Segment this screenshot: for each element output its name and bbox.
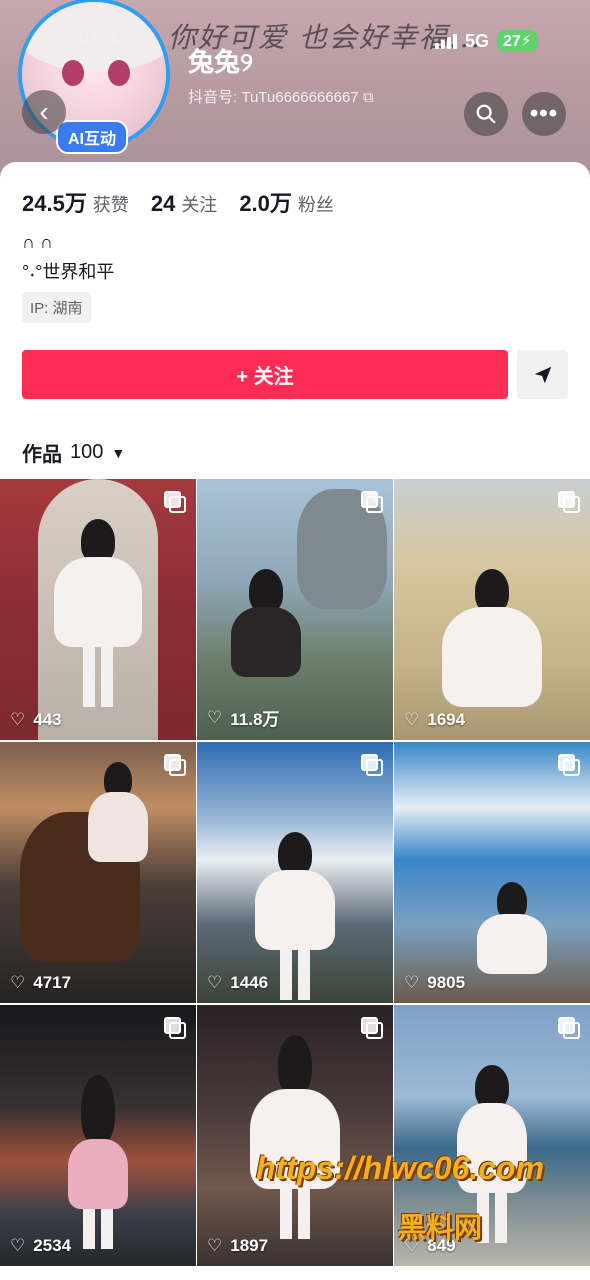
stat-value: 24.5万 bbox=[22, 191, 87, 216]
like-count: ♡ 2534 bbox=[10, 1236, 71, 1256]
like-count: ♡ 1446 bbox=[207, 973, 268, 993]
multi-image-icon bbox=[558, 491, 580, 513]
multi-image-icon bbox=[361, 1017, 383, 1039]
video-tile[interactable]: ♡ 443 bbox=[0, 479, 196, 740]
follow-button[interactable]: + 关注 bbox=[22, 350, 508, 399]
stat-value: 24 bbox=[150, 191, 176, 216]
search-icon bbox=[476, 104, 496, 124]
stat-following[interactable]: 24 关注 bbox=[151, 191, 217, 217]
profile-stats: 24.5万 获赞 24 关注 2.0万 粉丝 bbox=[22, 186, 334, 218]
more-button[interactable]: ••• bbox=[522, 92, 566, 136]
stat-label: 获赞 bbox=[92, 195, 129, 215]
multi-image-icon bbox=[164, 491, 186, 513]
heart-icon: ♡ bbox=[404, 710, 420, 729]
video-tile[interactable]: ♡ 1694 bbox=[394, 479, 590, 740]
back-button[interactable]: ‹ bbox=[22, 90, 66, 134]
video-grid: ♡ 443 ♡ 11.8万 ♡ 1694 ♡ 4717 ♡ 1446 ♡ 9805 ♡ 253… bbox=[0, 479, 590, 1266]
multi-image-icon bbox=[164, 1017, 186, 1039]
multi-image-icon bbox=[361, 754, 383, 776]
video-tile[interactable]: ♡ 2534 bbox=[0, 1005, 196, 1266]
avatar-right-eye bbox=[108, 60, 130, 86]
like-count: ♡ 1897 bbox=[207, 1236, 268, 1256]
works-count: 100 bbox=[70, 441, 104, 463]
bio-line-2: °˖°世界和平 bbox=[22, 262, 115, 282]
username: 兔兔୨ bbox=[188, 47, 253, 77]
video-tile[interactable]: ♡ 4717 bbox=[0, 742, 196, 1003]
like-value: 443 bbox=[33, 710, 62, 729]
battery-level: 27 bbox=[502, 33, 521, 50]
profile-card: 24.5万 获赞 24 关注 2.0万 粉丝 ∩ ∩ °˖°世界和平 IP: 湖南 +… bbox=[0, 162, 590, 482]
like-count: ♡ 9805 bbox=[404, 973, 465, 993]
send-message-button[interactable] bbox=[517, 350, 568, 399]
watermark-name: 黑料网 bbox=[398, 1212, 483, 1243]
avatar-left-eye bbox=[62, 60, 84, 86]
douyin-id-text: 抖音号: TuTu6666666667 bbox=[188, 89, 359, 106]
bio-line-1: ∩ ∩ bbox=[22, 232, 53, 252]
multi-image-icon bbox=[164, 754, 186, 776]
stat-label: 粉丝 bbox=[297, 195, 334, 215]
ai-interaction-badge[interactable]: AI互动 bbox=[56, 120, 129, 154]
charging-icon: ⚡ bbox=[520, 33, 532, 50]
heart-icon: ♡ bbox=[404, 973, 420, 992]
works-tab[interactable]: 作品 100 ▼ bbox=[22, 438, 125, 467]
like-count: ♡ 443 bbox=[10, 710, 62, 730]
copy-icon[interactable]: ⧉ bbox=[363, 89, 374, 106]
status-indicators: 5G 27⚡ bbox=[434, 30, 538, 52]
heart-icon: ♡ bbox=[10, 973, 26, 992]
like-value: 4717 bbox=[33, 973, 72, 992]
heart-icon: ♡ bbox=[10, 1236, 26, 1255]
stat-likes[interactable]: 24.5万 获赞 bbox=[22, 186, 129, 218]
search-button[interactable] bbox=[464, 92, 508, 136]
like-value: 2534 bbox=[33, 1236, 72, 1255]
like-count: ♡ 1694 bbox=[404, 710, 465, 730]
network-type: 5G bbox=[464, 30, 489, 51]
video-tile[interactable]: ♡ 1446 bbox=[197, 742, 393, 1003]
like-count: ♡ 4717 bbox=[10, 973, 71, 993]
ip-location-tag: IP: 湖南 bbox=[22, 292, 91, 323]
heart-icon: ♡ bbox=[207, 707, 223, 727]
multi-image-icon bbox=[361, 491, 383, 513]
like-value: 1897 bbox=[230, 1236, 269, 1255]
caret-down-icon: ▼ bbox=[111, 444, 126, 461]
heart-icon: ♡ bbox=[10, 710, 26, 729]
works-label: 作品 bbox=[22, 444, 62, 466]
signal-icon bbox=[434, 33, 457, 49]
video-tile[interactable]: ♡ 1897 bbox=[197, 1005, 393, 1266]
heart-icon: ♡ bbox=[207, 973, 223, 992]
status-time: 01:4 bbox=[78, 28, 119, 50]
like-value: 1694 bbox=[427, 710, 466, 729]
like-value: 9805 bbox=[427, 973, 466, 992]
heart-icon: ♡ bbox=[207, 1236, 223, 1255]
send-icon bbox=[534, 366, 551, 383]
stat-followers[interactable]: 2.0万 粉丝 bbox=[239, 186, 334, 218]
douyin-id[interactable]: 抖音号: TuTu6666666667 ⧉ bbox=[188, 86, 374, 107]
multi-image-icon bbox=[558, 1017, 580, 1039]
video-tile[interactable]: ♡ 9805 bbox=[394, 742, 590, 1003]
more-dots-icon: ••• bbox=[529, 100, 559, 127]
stat-label: 关注 bbox=[181, 195, 218, 215]
chevron-left-icon: ‹ bbox=[39, 96, 49, 127]
like-value: 1446 bbox=[230, 973, 269, 992]
watermark-url: https://hlwc06.com bbox=[256, 1150, 545, 1186]
like-count: ♡ 11.8万 bbox=[207, 705, 279, 730]
video-tile[interactable]: ♡ 11.8万 bbox=[197, 479, 393, 740]
multi-image-icon bbox=[558, 754, 580, 776]
stat-value: 2.0万 bbox=[239, 191, 292, 216]
battery-indicator: 27⚡ bbox=[496, 30, 538, 52]
like-value: 11.8万 bbox=[230, 710, 280, 729]
